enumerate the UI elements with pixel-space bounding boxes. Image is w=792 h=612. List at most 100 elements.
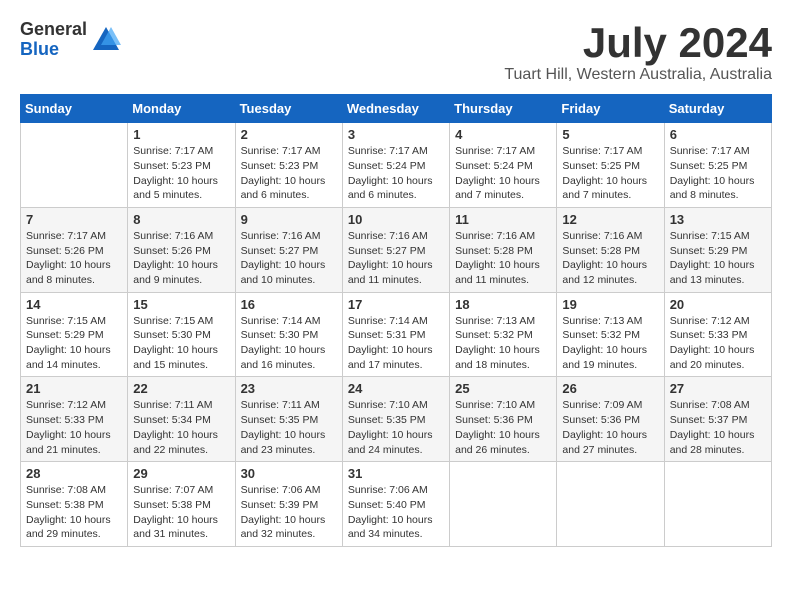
calendar-cell: 24Sunrise: 7:10 AM Sunset: 5:35 PM Dayli…	[342, 377, 449, 462]
day-number: 22	[133, 381, 229, 396]
day-number: 9	[241, 212, 337, 227]
calendar-cell	[21, 123, 128, 208]
day-number: 14	[26, 297, 122, 312]
day-info: Sunrise: 7:11 AM Sunset: 5:34 PM Dayligh…	[133, 398, 229, 457]
month-title: July 2024	[504, 20, 772, 66]
day-info: Sunrise: 7:17 AM Sunset: 5:25 PM Dayligh…	[562, 144, 658, 203]
day-info: Sunrise: 7:15 AM Sunset: 5:30 PM Dayligh…	[133, 314, 229, 373]
day-info: Sunrise: 7:12 AM Sunset: 5:33 PM Dayligh…	[670, 314, 766, 373]
day-number: 3	[348, 127, 444, 142]
day-number: 18	[455, 297, 551, 312]
weekday-header: Thursday	[450, 95, 557, 123]
calendar-week-row: 28Sunrise: 7:08 AM Sunset: 5:38 PM Dayli…	[21, 462, 772, 547]
calendar-cell: 3 Sunrise: 7:17 AM Sunset: 5:24 PM Daylig…	[342, 123, 449, 208]
calendar-cell: 8 Sunrise: 7:16 AM Sunset: 5:26 PM Daylig…	[128, 207, 235, 292]
day-number: 13	[670, 212, 766, 227]
calendar-cell: 16Sunrise: 7:14 AM Sunset: 5:30 PM Dayli…	[235, 292, 342, 377]
calendar-cell: 5 Sunrise: 7:17 AM Sunset: 5:25 PM Daylig…	[557, 123, 664, 208]
calendar-cell: 9 Sunrise: 7:16 AM Sunset: 5:27 PM Daylig…	[235, 207, 342, 292]
weekday-header: Tuesday	[235, 95, 342, 123]
day-info: Sunrise: 7:16 AM Sunset: 5:28 PM Dayligh…	[562, 229, 658, 288]
calendar-cell: 27 Sunrise: 7:08 AM Sunset: 5:37 PM Dayli…	[664, 377, 771, 462]
day-number: 15	[133, 297, 229, 312]
day-number: 23	[241, 381, 337, 396]
day-number: 7	[26, 212, 122, 227]
calendar-cell: 15 Sunrise: 7:15 AM Sunset: 5:30 PM Dayli…	[128, 292, 235, 377]
calendar-cell: 1Sunrise: 7:17 AM Sunset: 5:23 PM Daylig…	[128, 123, 235, 208]
day-number: 25	[455, 381, 551, 396]
calendar-cell: 25 Sunrise: 7:10 AM Sunset: 5:36 PM Dayli…	[450, 377, 557, 462]
day-number: 27	[670, 381, 766, 396]
calendar-table: SundayMondayTuesdayWednesdayThursdayFrid…	[20, 94, 772, 547]
day-number: 29	[133, 466, 229, 481]
day-info: Sunrise: 7:06 AM Sunset: 5:40 PM Dayligh…	[348, 483, 444, 542]
day-info: Sunrise: 7:13 AM Sunset: 5:32 PM Dayligh…	[562, 314, 658, 373]
logo-blue: Blue	[20, 40, 87, 60]
day-info: Sunrise: 7:10 AM Sunset: 5:36 PM Dayligh…	[455, 398, 551, 457]
calendar-week-row: 14 Sunrise: 7:15 AM Sunset: 5:29 PM Dayli…	[21, 292, 772, 377]
day-number: 1	[133, 127, 229, 142]
day-number: 8	[133, 212, 229, 227]
day-info: Sunrise: 7:10 AM Sunset: 5:35 PM Dayligh…	[348, 398, 444, 457]
day-info: Sunrise: 7:17 AM Sunset: 5:24 PM Dayligh…	[455, 144, 551, 203]
day-number: 5	[562, 127, 658, 142]
day-number: 20	[670, 297, 766, 312]
day-info: Sunrise: 7:17 AM Sunset: 5:24 PM Dayligh…	[348, 144, 444, 203]
day-info: Sunrise: 7:16 AM Sunset: 5:27 PM Dayligh…	[348, 229, 444, 288]
day-info: Sunrise: 7:13 AM Sunset: 5:32 PM Dayligh…	[455, 314, 551, 373]
calendar-week-row: 7 Sunrise: 7:17 AM Sunset: 5:26 PM Daylig…	[21, 207, 772, 292]
day-info: Sunrise: 7:16 AM Sunset: 5:27 PM Dayligh…	[241, 229, 337, 288]
weekday-header: Friday	[557, 95, 664, 123]
day-number: 6	[670, 127, 766, 142]
day-number: 4	[455, 127, 551, 142]
day-info: Sunrise: 7:12 AM Sunset: 5:33 PM Dayligh…	[26, 398, 122, 457]
calendar-cell: 17 Sunrise: 7:14 AM Sunset: 5:31 PM Dayli…	[342, 292, 449, 377]
day-info: Sunrise: 7:17 AM Sunset: 5:25 PM Dayligh…	[670, 144, 766, 203]
day-info: Sunrise: 7:06 AM Sunset: 5:39 PM Dayligh…	[241, 483, 337, 542]
calendar-cell	[664, 462, 771, 547]
header-row: SundayMondayTuesdayWednesdayThursdayFrid…	[21, 95, 772, 123]
day-info: Sunrise: 7:08 AM Sunset: 5:38 PM Dayligh…	[26, 483, 122, 542]
calendar-cell	[557, 462, 664, 547]
calendar-cell: 13Sunrise: 7:15 AM Sunset: 5:29 PM Dayli…	[664, 207, 771, 292]
day-info: Sunrise: 7:07 AM Sunset: 5:38 PM Dayligh…	[133, 483, 229, 542]
calendar-cell: 2 Sunrise: 7:17 AM Sunset: 5:23 PM Daylig…	[235, 123, 342, 208]
day-info: Sunrise: 7:08 AM Sunset: 5:37 PM Dayligh…	[670, 398, 766, 457]
calendar-cell: 23 Sunrise: 7:11 AM Sunset: 5:35 PM Dayli…	[235, 377, 342, 462]
calendar-body: 1 Sunrise: 7:17 AM Sunset: 5:23 PM Daylig…	[21, 123, 772, 547]
calendar-cell: 7 Sunrise: 7:17 AM Sunset: 5:26 PM Daylig…	[21, 207, 128, 292]
calendar-cell: 21 Sunrise: 7:12 AM Sunset: 5:33 PM Dayli…	[21, 377, 128, 462]
page-header: General Blue July 2024 Tuart Hill, Weste…	[20, 20, 772, 84]
day-number: 2	[241, 127, 337, 142]
calendar-cell: 18 Sunrise: 7:13 AM Sunset: 5:32 PM Dayli…	[450, 292, 557, 377]
day-number: 17	[348, 297, 444, 312]
day-info: Sunrise: 7:16 AM Sunset: 5:28 PM Dayligh…	[455, 229, 551, 288]
calendar-cell: 22 Sunrise: 7:11 AM Sunset: 5:34 PM Dayli…	[128, 377, 235, 462]
calendar-cell: 10 Sunrise: 7:16 AM Sunset: 5:27 PM Dayli…	[342, 207, 449, 292]
day-info: Sunrise: 7:14 AM Sunset: 5:31 PM Dayligh…	[348, 314, 444, 373]
calendar-cell: 14 Sunrise: 7:15 AM Sunset: 5:29 PM Dayli…	[21, 292, 128, 377]
calendar-week-row: 21 Sunrise: 7:12 AM Sunset: 5:33 PM Dayli…	[21, 377, 772, 462]
calendar-cell: 26Sunrise: 7:09 AM Sunset: 5:36 PM Dayli…	[557, 377, 664, 462]
day-info: Sunrise: 7:17 AM Sunset: 5:23 PM Dayligh…	[241, 144, 337, 203]
calendar-cell: 4 Sunrise: 7:17 AM Sunset: 5:24 PM Daylig…	[450, 123, 557, 208]
calendar-cell: 19Sunrise: 7:13 AM Sunset: 5:32 PM Dayli…	[557, 292, 664, 377]
calendar-cell: 11 Sunrise: 7:16 AM Sunset: 5:28 PM Dayli…	[450, 207, 557, 292]
location-title: Tuart Hill, Western Australia, Australia	[504, 66, 772, 84]
day-info: Sunrise: 7:16 AM Sunset: 5:26 PM Dayligh…	[133, 229, 229, 288]
weekday-header: Sunday	[21, 95, 128, 123]
day-info: Sunrise: 7:11 AM Sunset: 5:35 PM Dayligh…	[241, 398, 337, 457]
day-number: 26	[562, 381, 658, 396]
day-number: 31	[348, 466, 444, 481]
day-number: 21	[26, 381, 122, 396]
day-info: Sunrise: 7:15 AM Sunset: 5:29 PM Dayligh…	[26, 314, 122, 373]
day-number: 10	[348, 212, 444, 227]
day-info: Sunrise: 7:17 AM Sunset: 5:26 PM Dayligh…	[26, 229, 122, 288]
title-section: July 2024 Tuart Hill, Western Australia,…	[504, 20, 772, 84]
logo-icon	[91, 25, 121, 55]
calendar-cell: 30 Sunrise: 7:06 AM Sunset: 5:39 PM Dayli…	[235, 462, 342, 547]
weekday-header: Wednesday	[342, 95, 449, 123]
day-number: 30	[241, 466, 337, 481]
day-number: 11	[455, 212, 551, 227]
logo: General Blue	[20, 20, 121, 60]
